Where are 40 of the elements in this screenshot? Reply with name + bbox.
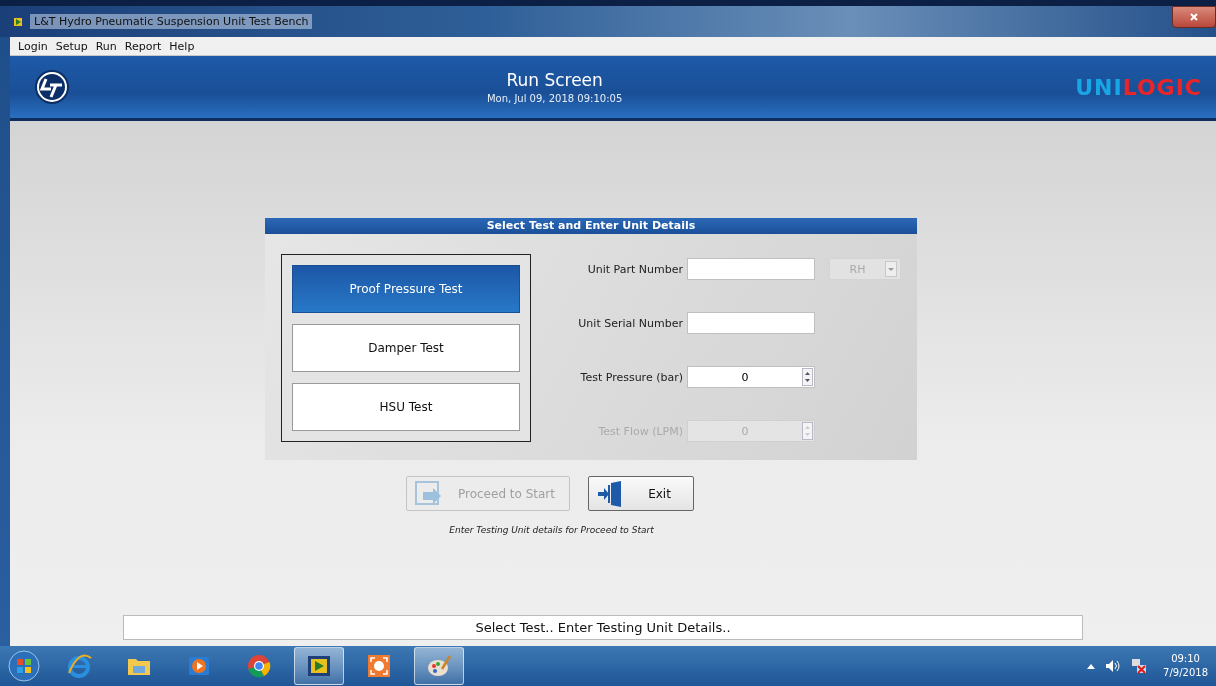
network-icon bbox=[1131, 658, 1148, 674]
chrome-icon bbox=[246, 653, 272, 679]
menu-item[interactable]: Run bbox=[95, 39, 117, 53]
menu-item[interactable]: Report bbox=[124, 39, 162, 53]
field-label: Unit Serial Number bbox=[577, 316, 684, 330]
clock[interactable]: 09:10 7/9/2018 bbox=[1163, 652, 1208, 680]
screen-title: Run Screen bbox=[506, 70, 603, 90]
spinner-icon bbox=[802, 368, 813, 386]
status-bar: Select Test.. Enter Testing Unit Details.. bbox=[123, 615, 1083, 640]
field-label: Unit Part Number bbox=[586, 262, 684, 276]
close-button[interactable] bbox=[1172, 6, 1216, 28]
panel-title: Select Test and Enter Unit Details bbox=[265, 218, 917, 234]
taskbar-app[interactable] bbox=[414, 647, 464, 685]
start-orb-icon bbox=[8, 650, 40, 682]
speaker-icon bbox=[1105, 659, 1122, 673]
spinner-icon bbox=[802, 422, 813, 440]
app-icon bbox=[12, 15, 24, 28]
browser-e-icon bbox=[66, 653, 92, 679]
taskbar-app[interactable] bbox=[294, 647, 344, 685]
date-time: Mon, Jul 09, 2018 09:10:05 bbox=[486, 93, 623, 104]
hint-text: Enter Testing Unit details for Proceed to Start bbox=[449, 525, 654, 535]
input-field[interactable] bbox=[687, 312, 815, 334]
capture-icon bbox=[366, 653, 392, 679]
forward-arrow-icon bbox=[414, 479, 443, 508]
logo-icon bbox=[34, 69, 70, 105]
menu-item[interactable]: Login bbox=[18, 39, 48, 53]
numeric-field[interactable]: 0 bbox=[687, 366, 815, 388]
palette-icon bbox=[426, 653, 452, 679]
brand-logo: UNILOGIC bbox=[1075, 74, 1202, 100]
exit-button[interactable]: Exit bbox=[587, 476, 694, 511]
test-button[interactable]: Proof Pressure Test bbox=[292, 265, 520, 313]
menu-item[interactable]: Help bbox=[169, 39, 195, 53]
close-icon bbox=[1189, 12, 1199, 22]
tray-up-icon bbox=[1087, 663, 1096, 669]
field-label: Test Pressure (bar) bbox=[579, 370, 684, 384]
window-title: L&T Hydro Pneumatic Suspension Unit Test Bench bbox=[30, 14, 313, 29]
input-field[interactable] bbox=[687, 258, 815, 280]
test-button[interactable]: Damper Test bbox=[292, 324, 520, 372]
menu-item[interactable]: Setup bbox=[55, 39, 88, 53]
test-button[interactable]: HSU Test bbox=[292, 383, 520, 431]
